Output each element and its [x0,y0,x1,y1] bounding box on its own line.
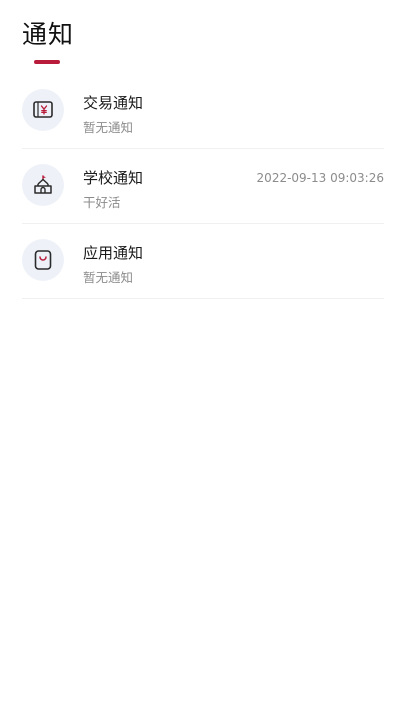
receipt-yen-icon [22,89,64,131]
notification-title: 交易通知 [83,94,144,112]
notification-title: 应用通知 [83,244,144,262]
notification-item-app[interactable]: 应用通知 暂无通知 [22,224,384,299]
title-underline [34,60,60,64]
notification-time: 2022-09-13 09:03:26 [256,171,384,185]
notification-item-trade[interactable]: 交易通知 暂无通知 [22,74,384,149]
notification-title: 学校通知 [83,169,144,187]
shopping-bag-icon [22,239,64,281]
school-building-icon [22,164,64,206]
notification-subtitle: 暂无通知 [83,270,134,285]
page-title: 通知 [22,20,75,49]
notification-item-school[interactable]: 学校通知 2022-09-13 09:03:26 干好活 [22,149,384,224]
notification-subtitle: 干好活 [83,195,121,210]
notification-subtitle: 暂无通知 [83,120,134,135]
notification-list: 交易通知 暂无通知 学校通知 2022-09-13 09:03:26 干好活 应… [22,74,384,299]
